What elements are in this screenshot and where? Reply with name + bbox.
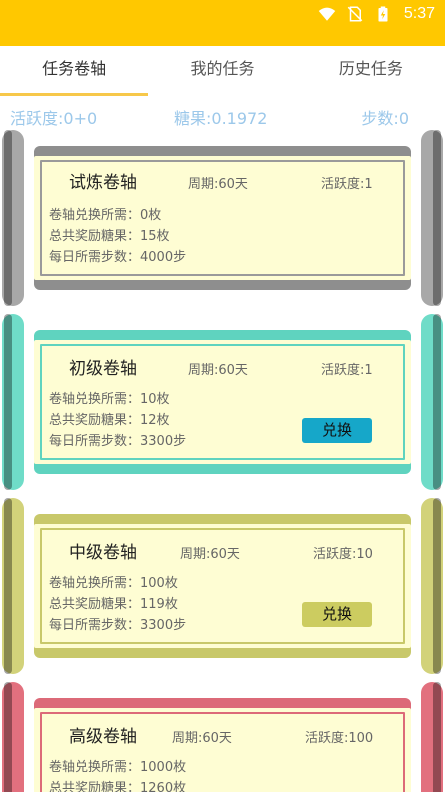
status-bar: 5:37 <box>0 0 445 46</box>
scroll-rod-right <box>421 498 443 674</box>
scroll-title: 高级卷轴 <box>69 727 137 747</box>
scroll-period: 周期:60天 <box>188 363 248 378</box>
no-sim-icon <box>347 6 363 22</box>
scroll-card-trial: 试炼卷轴 周期:60天 活跃度:1 卷轴兑换所需：0枚 总共奖励糖果：15枚 每… <box>0 128 445 308</box>
scroll-rod-right <box>421 130 443 306</box>
scroll-paper: 初级卷轴 周期:60天 活跃度:1 卷轴兑换所需：10枚 总共奖励糖果：12枚 … <box>34 340 411 464</box>
scroll-title: 初级卷轴 <box>69 359 137 379</box>
scroll-card-beginner: 初级卷轴 周期:60天 活跃度:1 卷轴兑换所需：10枚 总共奖励糖果：12枚 … <box>0 312 445 492</box>
exchange-button[interactable]: 兑换 <box>302 602 372 627</box>
exchange-button[interactable]: 兑换 <box>302 418 372 443</box>
scroll-exchange-required: 卷轴兑换所需：1000枚 <box>49 760 187 775</box>
scroll-paper: 中级卷轴 周期:60天 活跃度:10 卷轴兑换所需：100枚 总共奖励糖果：11… <box>34 524 411 648</box>
scroll-rod-right <box>421 682 443 792</box>
scroll-rod-right <box>421 314 443 490</box>
scroll-exchange-required: 卷轴兑换所需：100枚 <box>49 576 178 591</box>
scroll-exchange-required: 卷轴兑换所需：0枚 <box>49 208 162 223</box>
status-icons: 5:37 <box>318 4 435 24</box>
scroll-rod-left <box>2 682 24 792</box>
tab-my-tasks[interactable]: 我的任务 <box>148 46 296 96</box>
scroll-daily-steps: 每日所需步数：4000步 <box>49 250 187 265</box>
scroll-title: 试炼卷轴 <box>69 173 137 193</box>
scroll-activity: 活跃度:10 <box>313 547 373 562</box>
scroll-activity: 活跃度:1 <box>321 363 373 378</box>
scroll-card-advanced: 高级卷轴 周期:60天 活跃度:100 卷轴兑换所需：1000枚 总共奖励糖果：… <box>0 680 445 792</box>
status-time: 5:37 <box>403 5 435 22</box>
scroll-paper: 高级卷轴 周期:60天 活跃度:100 卷轴兑换所需：1000枚 总共奖励糖果：… <box>34 708 411 792</box>
scroll-activity: 活跃度:100 <box>305 731 374 746</box>
scroll-rod-left <box>2 130 24 306</box>
scroll-daily-steps: 每日所需步数：3300步 <box>49 618 187 633</box>
scroll-rod-left <box>2 498 24 674</box>
scroll-card-intermediate: 中级卷轴 周期:60天 活跃度:10 卷轴兑换所需：100枚 总共奖励糖果：11… <box>0 496 445 676</box>
wifi-icon <box>318 7 336 21</box>
scroll-activity: 活跃度:1 <box>321 177 373 192</box>
scroll-title: 中级卷轴 <box>69 543 137 563</box>
scroll-total-reward: 总共奖励糖果：15枚 <box>49 229 170 244</box>
battery-charging-icon <box>378 6 388 22</box>
tab-task-scroll[interactable]: 任务卷轴 <box>0 46 149 96</box>
scroll-exchange-required: 卷轴兑换所需：10枚 <box>49 392 170 407</box>
tab-bar: 任务卷轴 我的任务 历史任务 <box>0 46 445 96</box>
scroll-rod-left <box>2 314 24 490</box>
scroll-period: 周期:60天 <box>188 177 248 192</box>
scroll-period: 周期:60天 <box>172 731 232 746</box>
scroll-total-reward: 总共奖励糖果：119枚 <box>49 597 178 612</box>
scroll-total-reward: 总共奖励糖果：1260枚 <box>49 781 187 792</box>
tab-history-tasks[interactable]: 历史任务 <box>297 46 445 96</box>
scroll-total-reward: 总共奖励糖果：12枚 <box>49 413 170 428</box>
scroll-daily-steps: 每日所需步数：3300步 <box>49 434 187 449</box>
scroll-period: 周期:60天 <box>180 547 240 562</box>
scroll-paper: 试炼卷轴 周期:60天 活跃度:1 卷轴兑换所需：0枚 总共奖励糖果：15枚 每… <box>34 156 411 280</box>
